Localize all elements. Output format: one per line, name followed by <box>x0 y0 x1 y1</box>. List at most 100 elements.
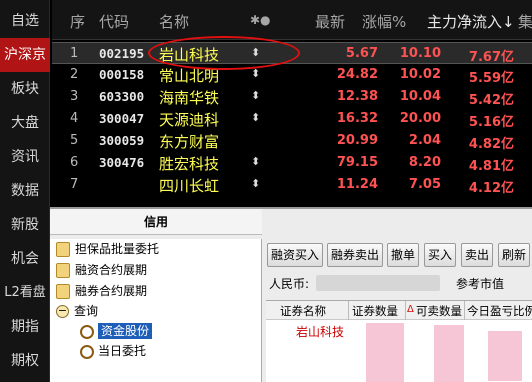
header-price[interactable]: 最新 <box>315 11 345 32</box>
stock-price: 12.38 <box>336 89 378 104</box>
col-security-name[interactable]: 证券名称 <box>280 303 326 319</box>
document-icon <box>56 242 70 257</box>
stock-code: 000158 <box>99 67 145 82</box>
stock-row[interactable]: 2 000158 常山北明 ⬍ 24.82 10.02 5.59亿 <box>52 64 532 86</box>
stock-price: 16.32 <box>336 111 378 126</box>
stock-main-flow: 4.82亿 <box>468 137 514 152</box>
header-flags[interactable]: ✱● <box>250 13 271 27</box>
nav-item-hushen[interactable]: 沪深京 <box>0 38 50 72</box>
trading-dialog: 信用 担保品批量委托 融资合约展期 融券合约展期 − 查询 资金股份 当日委托 融… <box>50 207 532 382</box>
nav-item-watchlist[interactable]: 自选 <box>0 4 50 38</box>
margin-buy-button[interactable]: 融资买入 <box>267 243 323 267</box>
margin-flag-icon: ⬍ <box>251 67 261 80</box>
tree-item-label: 资金股份 <box>98 323 153 339</box>
stock-change-pct: 7.05 <box>408 177 441 192</box>
nav-item-sectors[interactable]: 板块 <box>0 72 50 106</box>
row-index: 5 <box>70 133 79 148</box>
stock-main-flow: 5.16亿 <box>468 115 514 130</box>
tree-item-collateral-batch[interactable]: 担保品批量委托 <box>56 239 159 259</box>
buy-button[interactable]: 买入 <box>424 243 456 267</box>
nav-item-options[interactable]: 期权 <box>0 344 50 378</box>
stock-main-flow: 5.42亿 <box>468 93 514 108</box>
col-security-qty[interactable]: 证券数量 <box>352 303 398 319</box>
stock-change-pct: 2.04 <box>408 133 441 148</box>
col-available-qty[interactable]: 可卖数量 <box>416 303 462 319</box>
stock-code: 300476 <box>99 155 145 170</box>
stock-row[interactable]: 5 300059 东方财富 20.99 2.04 4.82亿 <box>52 130 532 152</box>
col-today-pnl[interactable]: 今日盈亏比例 <box>467 303 532 319</box>
stock-change-pct: 8.20 <box>408 155 441 170</box>
magnifier-icon <box>80 344 94 359</box>
row-index: 4 <box>70 111 79 126</box>
tree-item-funds-holdings[interactable]: 资金股份 <box>80 321 153 341</box>
sell-button[interactable]: 卖出 <box>461 243 493 267</box>
margin-flag-icon: ⬍ <box>251 177 261 190</box>
nav-item-market[interactable]: 大盘 <box>0 106 50 140</box>
row-index: 3 <box>70 89 79 104</box>
holding-name: 岩山科技 <box>296 325 345 339</box>
stock-row[interactable]: 6 300476 胜宏科技 ⬍ 79.15 8.20 4.81亿 <box>52 152 532 174</box>
tree-item-label: 当日委托 <box>98 344 147 358</box>
stock-main-flow: 5.59亿 <box>468 71 514 86</box>
tree-item-securities-lending-extend[interactable]: 融券合约展期 <box>56 281 147 301</box>
stock-main-flow: 7.67亿 <box>468 50 514 65</box>
stock-name: 胜宏科技 <box>159 155 220 173</box>
header-name[interactable]: 名称 <box>159 11 189 32</box>
currency-label: 人民币: <box>269 277 310 291</box>
row-index: 6 <box>70 155 79 170</box>
collapse-icon[interactable]: − <box>56 305 69 318</box>
left-nav-sidebar: 自选 沪深京 板块 大盘 资讯 数据 新股 机会 L2看盘 期指 期权 <box>0 0 50 382</box>
tree-item-label: 查询 <box>74 304 99 318</box>
cancel-order-button[interactable]: 撤单 <box>387 243 419 267</box>
column-divider[interactable] <box>464 301 465 320</box>
stock-code: 603300 <box>99 89 145 104</box>
tree-item-query[interactable]: − 查询 <box>56 301 98 321</box>
nav-item-index-futures[interactable]: 期指 <box>0 310 50 344</box>
holdings-table: 证券名称 证券数量 Δ 可卖数量 今日盈亏比例 岩山科技 0 <box>266 300 532 382</box>
stock-change-pct: 10.10 <box>399 46 441 61</box>
stock-price: 11.24 <box>336 177 378 192</box>
highlight-annotation-circle <box>148 36 300 70</box>
margin-flag-icon: ⬍ <box>251 111 261 124</box>
stock-row[interactable]: 7 四川长虹 ⬍ 11.24 7.05 4.12亿 <box>52 174 532 196</box>
nav-item-news[interactable]: 资讯 <box>0 140 50 174</box>
stock-main-flow: 4.12亿 <box>468 181 514 196</box>
grid-header: 序 代码 名称 ✱● 最新 涨幅% 主力净流入↓ 集 <box>52 0 532 40</box>
stock-name: 天源迪科 <box>159 111 220 129</box>
stock-price: 79.15 <box>336 155 378 170</box>
column-divider[interactable] <box>348 301 349 320</box>
refresh-button[interactable]: 刷新 <box>498 243 530 267</box>
header-extra[interactable]: 集 <box>518 11 532 32</box>
stock-row[interactable]: 4 300047 天源迪科 ⬍ 16.32 20.00 5.16亿 <box>52 108 532 130</box>
stock-code: 300059 <box>99 133 145 148</box>
redacted-mosaic <box>434 325 464 382</box>
tree-item-financing-extend[interactable]: 融资合约展期 <box>56 260 147 280</box>
header-main-flow[interactable]: 主力净流入↓ <box>427 11 515 32</box>
magnifier-icon <box>80 324 94 339</box>
stock-code: 002195 <box>99 46 145 61</box>
holdings-table-header: 证券名称 证券数量 Δ 可卖数量 今日盈亏比例 <box>266 301 532 320</box>
nav-item-ipo[interactable]: 新股 <box>0 208 50 242</box>
header-code[interactable]: 代码 <box>99 11 129 32</box>
quote-grid: 序 代码 名称 ✱● 最新 涨幅% 主力净流入↓ 集 1 002195 岩山科技… <box>52 0 532 210</box>
stock-row[interactable]: 3 603300 海南华铁 ⬍ 12.38 10.04 5.42亿 <box>52 86 532 108</box>
stock-price: 20.99 <box>336 133 378 148</box>
column-divider[interactable] <box>405 301 406 320</box>
stock-name: 东方财富 <box>159 133 220 151</box>
stock-main-flow: 4.81亿 <box>468 159 514 174</box>
stock-code: 300047 <box>99 111 145 126</box>
stock-change-pct: 10.02 <box>399 67 441 82</box>
sort-indicator-icon: Δ <box>407 304 414 315</box>
stock-name: 海南华铁 <box>159 89 220 107</box>
nav-item-data[interactable]: 数据 <box>0 174 50 208</box>
short-sell-button[interactable]: 融券卖出 <box>327 243 383 267</box>
tree-item-today-orders[interactable]: 当日委托 <box>80 341 146 361</box>
row-index: 1 <box>70 46 79 61</box>
nav-item-l2[interactable]: L2看盘 <box>0 276 50 310</box>
margin-flag-icon: ⬍ <box>251 89 261 102</box>
nav-item-opportunity[interactable]: 机会 <box>0 242 50 276</box>
document-icon <box>56 263 70 278</box>
header-pct[interactable]: 涨幅% <box>362 11 406 32</box>
function-tree: 信用 担保品批量委托 融资合约展期 融券合约展期 − 查询 资金股份 当日委托 <box>50 209 262 382</box>
header-index[interactable]: 序 <box>70 11 85 32</box>
